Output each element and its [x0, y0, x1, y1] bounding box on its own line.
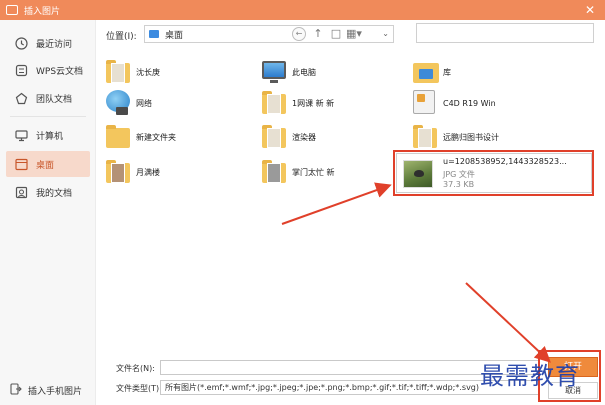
chevron-down-icon: ⌄ — [382, 29, 389, 38]
sidebar-item-team-docs[interactable]: 团队文档 — [6, 85, 90, 111]
list-item[interactable]: 渲染器 — [262, 122, 316, 152]
sidebar: 最近访问 WPS云文档 团队文档 计算机 桌面 我的文档 插入手机图片 — [0, 20, 96, 405]
sidebar-item-label: 团队文档 — [36, 94, 73, 105]
sidebar-item-label: WPS云文档 — [36, 66, 84, 77]
file-name: 网络 — [136, 98, 152, 108]
location-toolbar: 位置(I): 桌面 ⌄ ← ↑ □ ▦▾ — [106, 23, 596, 45]
file-name: 月满楼 — [136, 167, 160, 177]
filename-input[interactable] — [160, 360, 540, 375]
search-input[interactable] — [416, 23, 594, 43]
folder-icon — [262, 159, 286, 185]
list-item[interactable]: C4D R19 Win — [413, 88, 496, 118]
list-item[interactable]: 网络 — [106, 88, 152, 118]
list-item[interactable]: 此电脑 — [262, 57, 316, 87]
list-item[interactable]: 新建文件夹 — [106, 122, 176, 152]
phone-import-icon — [10, 382, 22, 398]
monitor-icon — [14, 128, 28, 142]
cloud-doc-icon — [14, 63, 28, 77]
insert-phone-picture-button[interactable]: 插入手机图片 — [6, 380, 82, 400]
filename-label: 文件名(N): — [116, 364, 155, 373]
sidebar-item-label: 桌面 — [36, 160, 55, 171]
list-item[interactable]: 月满楼 — [106, 157, 160, 187]
sidebar-item-label: 计算机 — [36, 131, 64, 142]
location-value: 桌面 — [165, 30, 184, 41]
insert-phone-picture-label: 插入手机图片 — [28, 386, 83, 397]
arrow-to-open-button — [465, 282, 551, 363]
file-name: 掌门太忙 新 — [292, 167, 335, 177]
desktop-icon — [14, 157, 28, 171]
open-button[interactable]: 打开 — [548, 357, 598, 377]
file-name: C4D R19 Win — [443, 98, 496, 108]
desktop-folder-icon — [149, 30, 159, 38]
dialog-title: 插入图片 — [24, 6, 61, 17]
list-item[interactable]: 远鹏归图书设计 — [413, 122, 499, 152]
documents-icon — [14, 185, 28, 199]
computer-icon — [262, 59, 286, 85]
file-name: 沈长庚 — [136, 67, 160, 77]
view-menu-icon[interactable]: ▦▾ — [346, 27, 362, 41]
image-thumbnail — [403, 160, 433, 188]
sidebar-item-recent[interactable]: 最近访问 — [6, 30, 90, 56]
insert-picture-icon — [6, 5, 18, 15]
close-button[interactable]: ✕ — [583, 3, 597, 17]
file-name: 此电脑 — [292, 67, 316, 77]
sidebar-item-desktop[interactable]: 桌面 — [6, 151, 90, 177]
sidebar-item-label: 我的文档 — [36, 188, 73, 199]
cancel-button[interactable]: 取消 — [548, 382, 598, 399]
library-icon — [413, 59, 439, 85]
sidebar-item-computer[interactable]: 计算机 — [6, 122, 90, 148]
back-button[interactable]: ← — [292, 27, 306, 41]
file-name: 远鹏归图书设计 — [443, 132, 499, 142]
folder-icon — [413, 124, 437, 150]
folder-icon — [413, 90, 435, 116]
clock-icon — [14, 36, 28, 50]
folder-icon — [262, 90, 286, 116]
filetype-select[interactable]: 所有图片(*.emf;*.wmf;*.jpg;*.jpeg;*.jpe;*.pn… — [160, 380, 540, 395]
up-folder-icon[interactable]: ↑ — [310, 27, 326, 41]
file-name: 渲染器 — [292, 132, 316, 142]
arrow-to-image-file — [281, 182, 392, 225]
selected-file-size: 37.3 KB — [443, 180, 475, 189]
list-item[interactable]: 1网课 新 新 — [262, 88, 334, 118]
folder-icon — [106, 159, 130, 185]
file-name: 1网课 新 新 — [292, 98, 335, 108]
folder-icon — [106, 124, 130, 150]
list-item[interactable]: 沈长庚 — [106, 57, 160, 87]
location-label: 位置(I): — [106, 32, 137, 42]
filetype-label: 文件类型(T): — [116, 384, 162, 393]
title-bar: 插入图片 ✕ — [0, 0, 605, 20]
sidebar-item-label: 最近访问 — [36, 39, 73, 50]
folder-icon — [262, 124, 286, 150]
new-folder-icon[interactable]: □ — [328, 27, 344, 41]
sidebar-item-my-docs[interactable]: 我的文档 — [6, 179, 90, 205]
selected-file-name: u=1208538952,1443328523... — [443, 157, 567, 166]
selected-image-file[interactable]: u=1208538952,1443328523... JPG 文件 37.3 K… — [396, 153, 592, 193]
list-item[interactable]: 掌门太忙 新 — [262, 157, 335, 187]
user-folder-icon — [106, 59, 130, 85]
team-icon — [14, 91, 28, 105]
list-item[interactable]: 库 — [413, 57, 451, 87]
file-name: 库 — [443, 67, 451, 77]
selected-file-type: JPG 文件 — [443, 170, 475, 179]
sidebar-divider — [10, 116, 86, 117]
file-name: 新建文件夹 — [136, 132, 176, 142]
sidebar-item-wps-cloud[interactable]: WPS云文档 — [6, 57, 90, 83]
network-icon — [106, 90, 130, 116]
